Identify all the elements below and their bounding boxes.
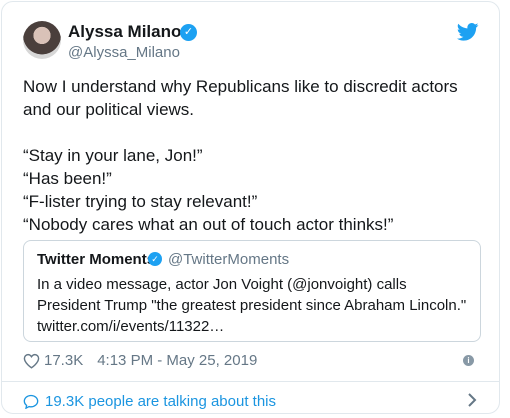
tweet-card: Alyssa Milano ✓ @Alyssa_Milano Now I und… (1, 1, 500, 414)
avatar[interactable] (23, 21, 61, 59)
info-icon[interactable]: i (463, 355, 474, 366)
quoted-author-handle: @TwitterMoments (168, 251, 290, 268)
tweet-meta: 17.3K 4:13 PM - May 25, 2019 (23, 352, 257, 369)
verified-badge-icon: ✓ (148, 252, 162, 266)
twitter-bird-icon[interactable] (457, 23, 479, 41)
like-count[interactable]: 17.3K (44, 352, 83, 369)
verified-badge-icon: ✓ (180, 24, 197, 41)
conversation-link[interactable]: 19.3K people are talking about this (23, 393, 276, 410)
heart-icon[interactable] (23, 353, 40, 369)
chevron-right-icon[interactable] (467, 392, 477, 408)
timestamp[interactable]: 4:13 PM - May 25, 2019 (97, 352, 257, 369)
quoted-tweet-text: In a video message, actor Jon Voight (@j… (37, 276, 467, 335)
speech-bubble-icon (23, 394, 39, 409)
tweet-text: Now I understand why Republicans like to… (23, 77, 458, 234)
talking-label: 19.3K people are talking about this (45, 393, 276, 410)
quoted-tweet[interactable]: Twitter Moments ✓ @TwitterMoments In a v… (23, 240, 481, 342)
quoted-author-name: Twitter Moments (37, 251, 156, 268)
author-name[interactable]: Alyssa Milano (68, 22, 181, 42)
divider (2, 381, 499, 382)
author-handle[interactable]: @Alyssa_Milano (68, 44, 180, 61)
